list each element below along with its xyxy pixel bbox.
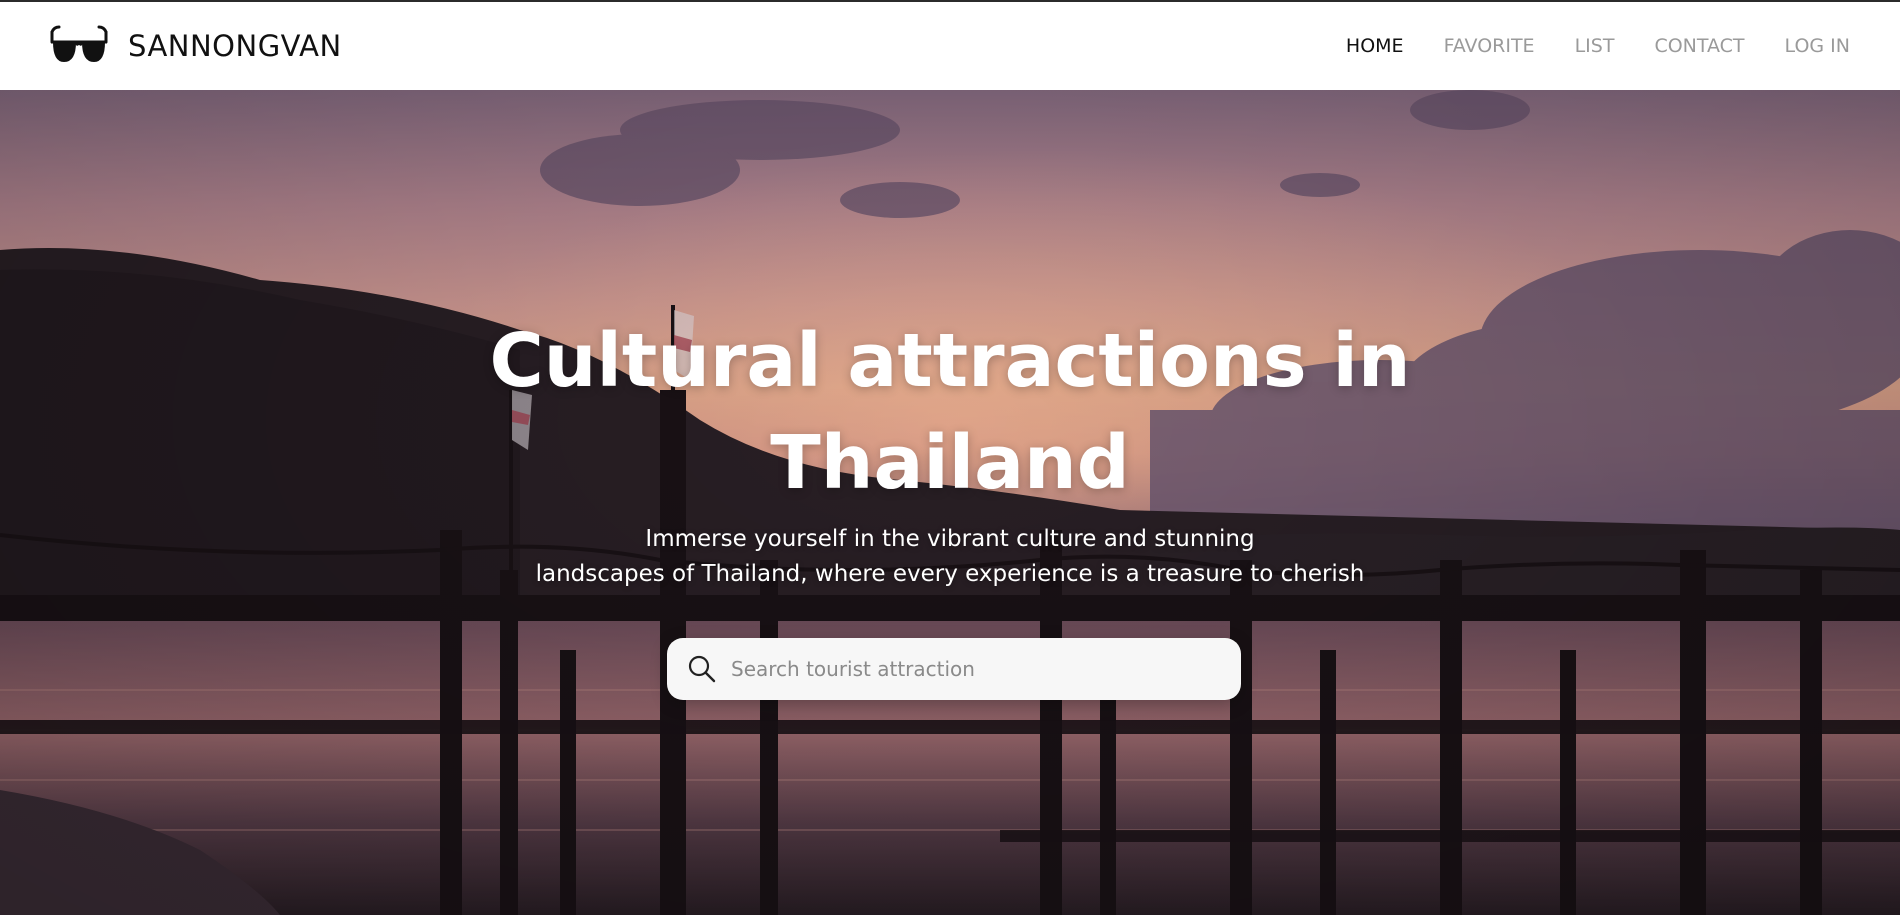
hero-subtitle: Immerse yourself in the vibrant culture … xyxy=(480,522,1420,592)
main-nav: HOME FAVORITE LIST CONTACT LOG IN xyxy=(1346,2,1850,90)
search-bar xyxy=(667,638,1241,700)
hero-title: Cultural attractions in Thailand xyxy=(350,310,1550,514)
hero-title-line2: Thailand xyxy=(770,420,1130,506)
hero-section: Cultural attractions in Thailand Immerse… xyxy=(0,90,1900,915)
brand-name: SANNONGVAN xyxy=(128,29,342,63)
nav-favorite[interactable]: FAVORITE xyxy=(1444,35,1535,57)
nav-contact[interactable]: CONTACT xyxy=(1654,35,1744,57)
hero-title-line1: Cultural attractions in xyxy=(489,318,1411,404)
hero-subtitle-line2: landscapes of Thailand, where every expe… xyxy=(535,561,1365,587)
nav-login[interactable]: LOG IN xyxy=(1785,35,1850,57)
search-input[interactable] xyxy=(729,648,1213,690)
nav-list[interactable]: LIST xyxy=(1575,35,1615,57)
brand[interactable]: SANNONGVAN xyxy=(48,2,342,90)
search-icon[interactable] xyxy=(687,654,717,684)
hero-subtitle-line1: Immerse yourself in the vibrant culture … xyxy=(645,526,1255,552)
nav-home[interactable]: HOME xyxy=(1346,35,1404,57)
navbar: SANNONGVAN HOME FAVORITE LIST CONTACT LO… xyxy=(0,2,1900,90)
sunglasses-icon xyxy=(50,25,108,62)
